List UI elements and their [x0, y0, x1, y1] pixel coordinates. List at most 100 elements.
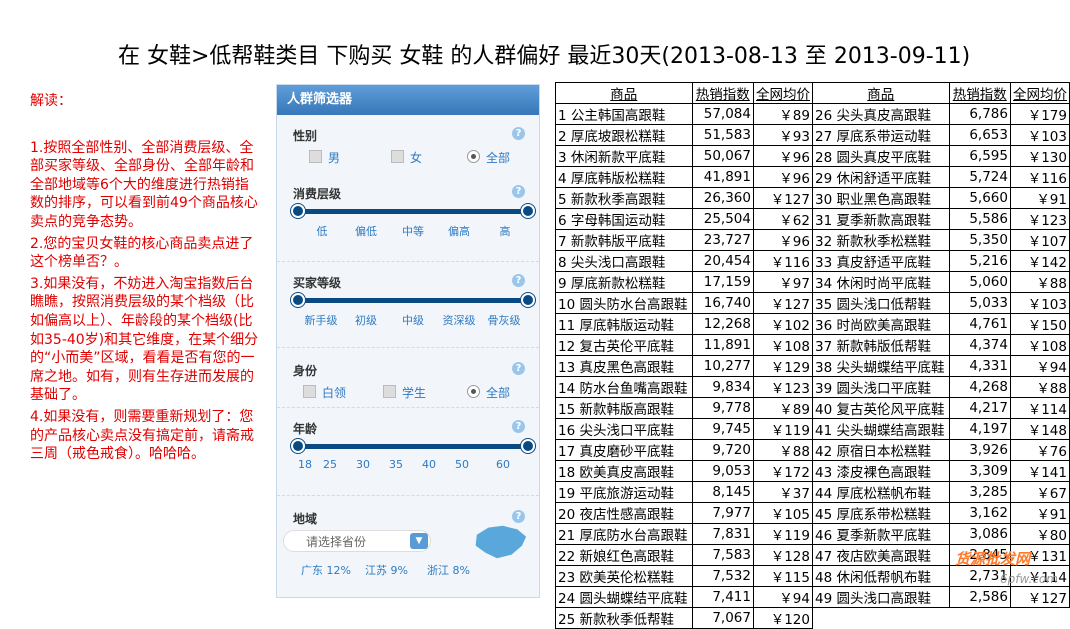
avg-price-cell: ￥116	[752, 250, 813, 272]
hot-index-cell: 8,145	[691, 481, 754, 503]
column-header: 热销指数	[691, 82, 754, 104]
hot-index-cell: 5,586	[948, 208, 1011, 230]
product-name-cell: 26 尖头真皮高跟鞋	[811, 103, 950, 125]
gender-option-female[interactable]: 女	[391, 149, 422, 166]
avg-price-cell: ￥127	[1009, 586, 1070, 608]
avg-price-cell: ￥123	[1009, 208, 1070, 230]
consumption-section: 消费层级 ? 低 偏低 中等 偏高 高	[277, 177, 539, 263]
table-header-row: 商品 热销指数 全网均价 商品 热销指数 全网均价	[555, 82, 1070, 104]
province-select[interactable]: 请选择省份 ▼	[283, 530, 431, 552]
hot-index-cell: 9,834	[691, 376, 754, 398]
identity-option-student[interactable]: 学生	[383, 384, 426, 401]
table-row: 11 厚底韩版运动鞋 12,268 ￥102 36 时尚欧美高跟鞋 4,761 ￥150	[555, 313, 1070, 335]
age-help-icon[interactable]: ?	[512, 420, 525, 433]
product-name-cell	[812, 608, 949, 629]
product-name-cell: 5 新款秋季高跟鞋	[555, 187, 693, 209]
hot-index-cell: 6,653	[948, 124, 1011, 146]
avg-price-cell: ￥119	[752, 523, 813, 545]
hot-index-cell: 16,740	[691, 292, 754, 314]
avg-price-cell: ￥96	[752, 166, 813, 188]
avg-price-cell: ￥94	[752, 586, 813, 608]
hot-index-cell: 4,197	[948, 418, 1011, 440]
product-name-cell: 17 真皮磨砂平底鞋	[555, 439, 693, 461]
checkbox-icon	[309, 150, 322, 163]
consumption-tick: 高	[499, 225, 511, 238]
identity-help-icon[interactable]: ?	[512, 362, 525, 375]
product-name-cell: 33 真皮舒适平底鞋	[811, 250, 950, 272]
product-name-cell: 6 字母韩国运动鞋	[555, 208, 693, 230]
consumption-slider-min-handle[interactable]	[291, 204, 305, 218]
gender-help-icon[interactable]: ?	[512, 127, 525, 140]
product-name-cell: 39 圆头浅口平底鞋	[811, 376, 950, 398]
avg-price-cell: ￥88	[1009, 271, 1070, 293]
avg-price-cell: ￥108	[752, 334, 813, 356]
region-stat-jiangsu: 江苏 9%	[365, 564, 408, 577]
hot-index-cell: 41,891	[691, 166, 754, 188]
consumption-help-icon[interactable]: ?	[512, 185, 525, 198]
hot-index-cell: 12,268	[691, 313, 754, 335]
consumption-label: 消费层级	[293, 187, 342, 201]
hot-index-cell: 4,217	[948, 397, 1011, 419]
region-label: 地域	[293, 512, 318, 526]
avg-price-cell: ￥96	[752, 229, 813, 251]
avg-price-cell: ￥103	[1009, 124, 1070, 146]
avg-price-cell: ￥93	[752, 124, 813, 146]
avg-price-cell: ￥119	[752, 418, 813, 440]
commentary-p4: 4.如果没有，则需要重新规划了：您的产品核心卖点没有搞定前，请斋戒三周（戒色戒食…	[30, 408, 254, 463]
identity-option-white-collar[interactable]: 白领	[303, 384, 346, 401]
buyer-level-tick: 资深级	[442, 314, 476, 327]
region-help-icon[interactable]: ?	[512, 510, 525, 523]
chevron-down-icon[interactable]: ▼	[410, 533, 428, 549]
hot-index-cell: 3,309	[948, 460, 1011, 482]
hot-index-cell: 4,374	[948, 334, 1011, 356]
page-title: 在 女鞋>低帮鞋类目 下购买 女鞋 的人群偏好 最近30天(2013-08-13…	[118, 44, 971, 69]
age-slider-min-handle[interactable]	[291, 439, 305, 453]
product-name-cell: 8 尖头浅口高跟鞋	[555, 250, 693, 272]
avg-price-cell: ￥67	[1009, 481, 1070, 503]
hot-index-cell: 9,745	[691, 418, 754, 440]
product-name-cell: 47 夜店欧美高跟鞋	[811, 544, 950, 566]
product-name-cell: 12 复古英伦平底鞋	[555, 334, 693, 356]
age-slider-max-handle[interactable]	[521, 439, 535, 453]
buyer-level-help-icon[interactable]: ?	[512, 274, 525, 287]
column-header: 热销指数	[948, 82, 1011, 104]
buyer-level-tick: 骨灰级	[487, 314, 521, 327]
product-name-cell: 11 厚底韩版运动鞋	[555, 313, 693, 335]
radio-selected-icon	[467, 385, 480, 398]
gender-option-male[interactable]: 男	[309, 149, 340, 166]
buyer-level-slider-min-handle[interactable]	[291, 293, 305, 307]
hot-index-cell: 11,891	[691, 334, 754, 356]
buyer-level-slider-track[interactable]	[297, 298, 529, 303]
avg-price-cell	[1010, 608, 1069, 629]
avg-price-cell: ￥129	[752, 355, 813, 377]
table-row: 16 尖头浅口平底鞋 9,745 ￥119 41 尖头蝴蝶结高跟鞋 4,197 ￥148	[555, 418, 1070, 440]
age-slider-track[interactable]	[297, 444, 529, 449]
buyer-level-slider-max-handle[interactable]	[521, 293, 535, 307]
hot-index-cell: 7,411	[691, 586, 754, 608]
avg-price-cell: ￥62	[752, 208, 813, 230]
avg-price-cell: ￥91	[1009, 502, 1070, 524]
consumption-slider-max-handle[interactable]	[521, 204, 535, 218]
avg-price-cell: ￥89	[752, 397, 813, 419]
hot-index-cell: 10,277	[691, 355, 754, 377]
gender-option-all[interactable]: 全部	[467, 149, 510, 166]
hot-index-cell: 3,162	[948, 502, 1011, 524]
consumption-tick: 低	[316, 225, 328, 238]
age-tick: 18	[298, 458, 312, 471]
consumption-slider-track[interactable]	[297, 209, 529, 214]
commentary: 解读： 1.按照全部性别、全部消费层级、全部买家等级、全部身份、全部年龄和全部地…	[30, 92, 262, 467]
product-name-cell: 18 欧美真皮高跟鞋	[555, 460, 693, 482]
product-name-cell: 36 时尚欧美高跟鞋	[811, 313, 950, 335]
product-name-cell: 43 漆皮裸色高跟鞋	[811, 460, 950, 482]
avg-price-cell: ￥114	[1009, 397, 1070, 419]
product-name-cell: 34 休闲时尚平底鞋	[811, 271, 950, 293]
table-row: 24 圆头蝴蝶结平底鞋 7,411 ￥94 49 圆头浅口高跟鞋 2,586 ￥127	[555, 586, 1070, 608]
avg-price-cell: ￥115	[752, 565, 813, 587]
product-name-cell: 27 厚底系带运动鞋	[811, 124, 950, 146]
avg-price-cell: ￥123	[752, 376, 813, 398]
product-name-cell: 9 厚底新款松糕鞋	[555, 271, 693, 293]
hot-index-cell: 57,084	[691, 103, 754, 125]
table-row: 7 新款韩版平底鞋 23,727 ￥96 32 新款秋季松糕鞋 5,350 ￥107	[555, 229, 1070, 251]
identity-option-all[interactable]: 全部	[467, 384, 510, 401]
consumption-tick: 偏低	[355, 225, 377, 238]
